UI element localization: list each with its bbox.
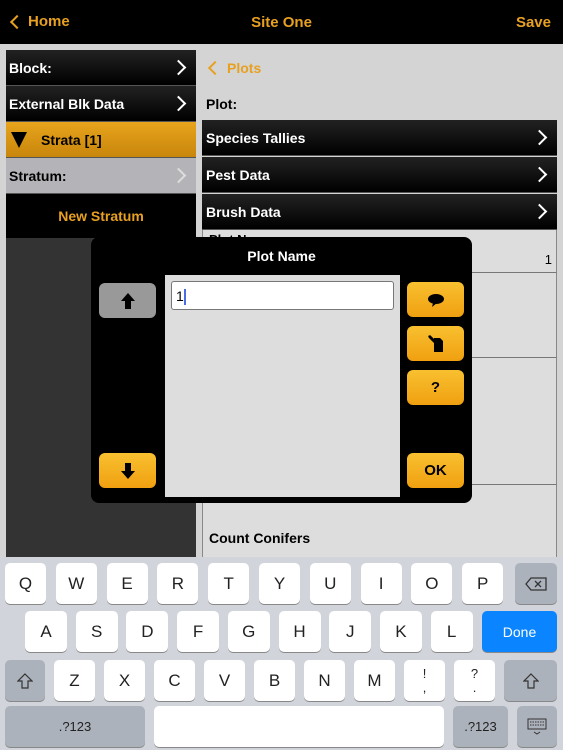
- external-blk-data-row[interactable]: External Blk Data: [6, 86, 196, 122]
- plot-name-dialog: Plot Name 1 ? OK: [91, 237, 472, 503]
- numbers-key-left[interactable]: .?123: [5, 706, 145, 747]
- row-label: Pest Data: [206, 166, 270, 183]
- keyboard: Q W E R T Y U I O P A S D F G H J K L Done Z X C V B N M!,?. .?123.…: [0, 557, 563, 750]
- key-n[interactable]: N: [304, 660, 345, 701]
- next-button[interactable]: [99, 453, 156, 488]
- key-punct[interactable]: !,: [404, 660, 445, 701]
- arrow-up-icon: [120, 292, 135, 309]
- comment-button[interactable]: [407, 282, 464, 317]
- strata-label: Strata [1]: [41, 131, 102, 148]
- key-h[interactable]: H: [278, 611, 321, 652]
- chevron-right-icon: [170, 59, 187, 76]
- key-w[interactable]: W: [55, 563, 97, 604]
- nav-bar: Home Site One Save: [0, 0, 563, 44]
- key-punct[interactable]: ?.: [454, 660, 495, 701]
- key-c[interactable]: C: [154, 660, 195, 701]
- key-x[interactable]: X: [104, 660, 145, 701]
- ok-button[interactable]: OK: [407, 453, 464, 488]
- shift-key-left[interactable]: [5, 660, 45, 701]
- key-j[interactable]: J: [329, 611, 372, 652]
- previous-button[interactable]: [99, 283, 156, 318]
- done-key[interactable]: Done: [482, 611, 557, 652]
- backspace-icon: [525, 576, 547, 591]
- stratum-label: Stratum:: [9, 167, 67, 184]
- key-d[interactable]: D: [126, 611, 169, 652]
- key-b[interactable]: B: [254, 660, 295, 701]
- key-top: !: [422, 665, 427, 681]
- backspace-key[interactable]: [515, 563, 557, 604]
- triangle-down-icon: [11, 131, 27, 148]
- key-bottom: .: [472, 679, 477, 695]
- plots-label: Plots: [227, 60, 262, 76]
- key-y[interactable]: Y: [259, 563, 300, 604]
- key-i[interactable]: I: [360, 563, 402, 604]
- chevron-right-icon: [531, 129, 548, 146]
- text-cursor: [183, 289, 186, 306]
- key-r[interactable]: R: [157, 563, 199, 604]
- plots-back-button[interactable]: Plots: [206, 60, 261, 76]
- arrow-down-icon: [120, 462, 135, 479]
- plot-name-input[interactable]: 1: [171, 281, 394, 310]
- keyboard-dismiss-icon: [527, 718, 547, 735]
- attachment-button[interactable]: [407, 326, 464, 361]
- shift-icon: [17, 672, 33, 689]
- block-row[interactable]: Block:: [6, 50, 196, 86]
- chevron-right-icon: [170, 95, 187, 112]
- save-button[interactable]: Save: [516, 14, 551, 31]
- row-label: Species Tallies: [206, 129, 306, 146]
- brush-data-row[interactable]: Brush Data: [202, 194, 557, 230]
- species-tallies-row[interactable]: Species Tallies: [202, 120, 557, 156]
- pest-data-row[interactable]: Pest Data: [202, 157, 557, 193]
- key-g[interactable]: G: [227, 611, 270, 652]
- key-t[interactable]: T: [208, 563, 250, 604]
- chevron-right-icon: [531, 166, 548, 183]
- key-f[interactable]: F: [177, 611, 220, 652]
- chevron-right-icon: [170, 167, 187, 184]
- key-q[interactable]: Q: [5, 563, 46, 604]
- count-conifers-label: Count Conifers: [209, 530, 311, 546]
- chevron-right-icon: [531, 203, 548, 220]
- key-a[interactable]: A: [25, 611, 67, 652]
- dialog-title: Plot Name: [247, 248, 316, 264]
- key-k[interactable]: K: [379, 611, 422, 652]
- numbers-key-right[interactable]: .?123: [453, 706, 508, 747]
- paperclip-document-icon: [427, 334, 443, 352]
- space-key[interactable]: [154, 706, 444, 747]
- block-label: Block:: [9, 59, 52, 76]
- hide-keyboard-key[interactable]: [517, 706, 557, 747]
- speech-bubble-icon: [427, 293, 444, 307]
- key-s[interactable]: S: [75, 611, 118, 652]
- input-value: 1: [176, 288, 184, 304]
- page-title: Site One: [251, 14, 312, 31]
- key-o[interactable]: O: [411, 563, 453, 604]
- dialog-body: 1: [165, 275, 400, 497]
- key-v[interactable]: V: [204, 660, 245, 701]
- new-stratum-button[interactable]: New Stratum: [6, 194, 196, 238]
- key-e[interactable]: E: [106, 563, 148, 604]
- shift-key-right[interactable]: [504, 660, 557, 701]
- key-p[interactable]: P: [462, 563, 504, 604]
- key-l[interactable]: L: [430, 611, 473, 652]
- key-top: ?: [470, 665, 479, 681]
- key-u[interactable]: U: [309, 563, 351, 604]
- row-label: Brush Data: [206, 203, 281, 220]
- shift-icon: [522, 672, 539, 689]
- chevron-left-icon: [207, 60, 223, 76]
- plot-name-value: 1: [544, 252, 552, 267]
- external-label: External Blk Data: [9, 95, 125, 112]
- key-bottom: ,: [422, 679, 427, 695]
- key-z[interactable]: Z: [54, 660, 95, 701]
- key-m[interactable]: M: [354, 660, 395, 701]
- strata-header[interactable]: Strata [1]: [6, 122, 196, 158]
- stratum-row[interactable]: Stratum:: [6, 158, 196, 194]
- help-button[interactable]: ?: [407, 370, 464, 405]
- plot-label: Plot:: [206, 96, 238, 112]
